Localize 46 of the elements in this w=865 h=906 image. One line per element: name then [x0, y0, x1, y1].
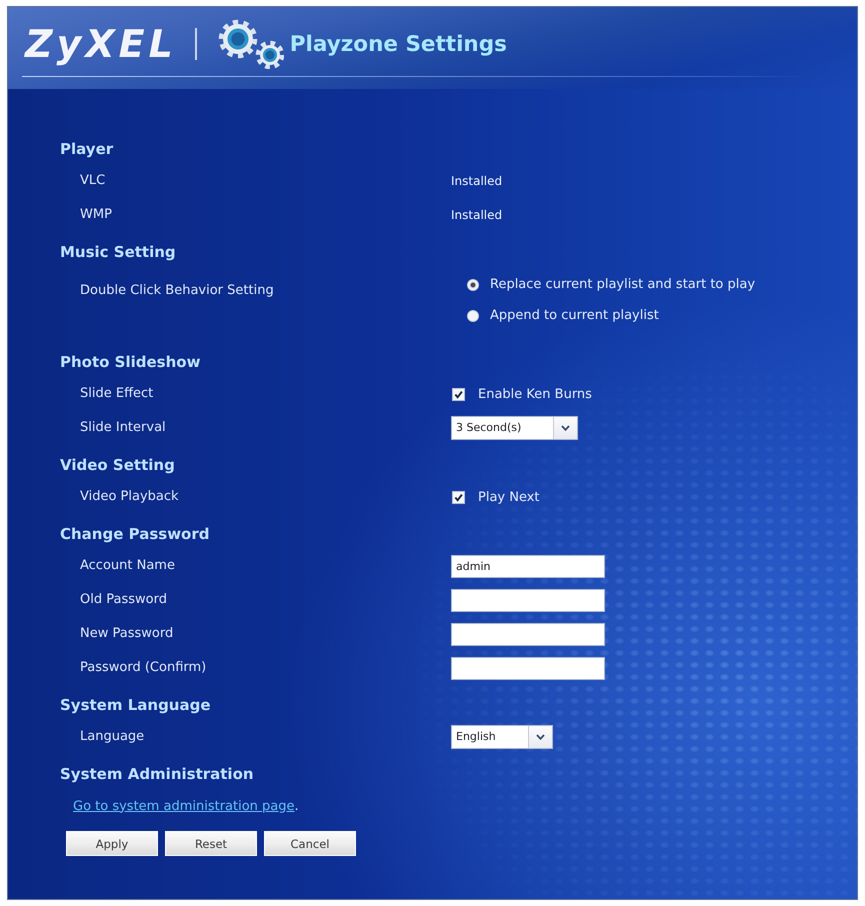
check-icon [454, 390, 463, 398]
action-button[interactable]: Reset [165, 831, 257, 856]
section-heading: System Language [60, 695, 212, 716]
setting-label: Double Click Behavior Setting [79, 283, 275, 299]
setting-label: Old Password [79, 592, 168, 608]
dropdown[interactable]: English [451, 725, 553, 749]
status-value: Installed [451, 208, 504, 222]
check-icon [454, 492, 463, 502]
brand-logo: ZyXEL [25, 21, 177, 67]
radio-button[interactable] [467, 278, 479, 290]
setting-label: WMP [79, 207, 113, 223]
radio-button[interactable] [467, 310, 479, 322]
admin-page-link[interactable]: Go to system administration page [73, 798, 295, 814]
chevron-down-icon [536, 734, 545, 740]
gears-icon [216, 19, 284, 69]
setting-label: Account Name [79, 558, 176, 574]
section-heading: System Administration [60, 764, 255, 785]
status-value: Installed [451, 174, 504, 188]
setting-label: New Password [79, 626, 174, 642]
setting-label: VLC [79, 173, 106, 189]
radio-option-label[interactable]: Append to current playlist [490, 308, 659, 323]
text-field[interactable] [451, 656, 605, 680]
setting-label: Language [79, 729, 146, 745]
setting-label: Video Playback [79, 489, 180, 505]
text-field[interactable] [451, 622, 605, 646]
chevron-down-icon [561, 425, 570, 431]
admin-link-sentence: Go to system administration page. [73, 798, 299, 814]
setting-label: Slide Effect [79, 386, 154, 402]
page-title: Playzone Settings [290, 32, 507, 56]
section-heading: Music Setting [60, 242, 177, 263]
text-field[interactable]: admin [451, 554, 605, 578]
text-field[interactable] [451, 588, 605, 612]
section-heading: Change Password [60, 524, 210, 545]
checkbox-label[interactable]: Play Next [478, 490, 540, 504]
action-button[interactable]: Cancel [264, 831, 356, 856]
radio-option-label[interactable]: Replace current playlist and start to play [490, 277, 756, 292]
section-heading: Player [60, 139, 114, 160]
action-button[interactable]: Apply [66, 831, 158, 856]
checkbox[interactable] [452, 388, 465, 400]
section-heading: Photo Slideshow [60, 352, 202, 373]
setting-label: Password (Confirm) [79, 660, 208, 676]
dropdown[interactable]: 3 Second(s) [451, 416, 578, 440]
checkbox[interactable] [452, 490, 465, 504]
section-heading: Video Setting [60, 455, 176, 476]
checkbox-label[interactable]: Enable Ken Burns [478, 386, 592, 402]
setting-label: Slide Interval [79, 420, 167, 436]
